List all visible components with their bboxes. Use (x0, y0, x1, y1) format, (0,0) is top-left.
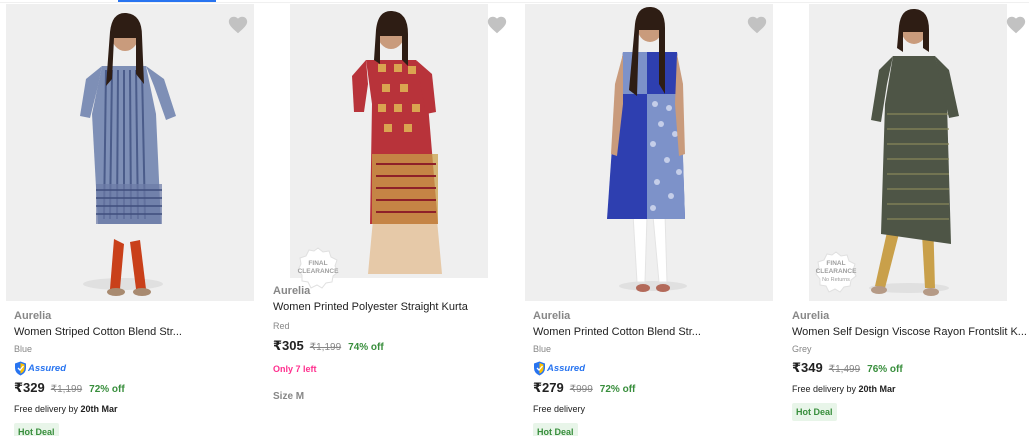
size-info: Size M (273, 390, 512, 404)
selling-price: ₹305 (273, 338, 304, 353)
discount-percent: 72% off (599, 384, 636, 395)
product-photo (524, 4, 773, 301)
product-image[interactable] (519, 4, 778, 301)
final-clearance-badge: FINAL CLEARANCE No Returns (814, 250, 858, 294)
wishlist-heart-icon[interactable] (227, 14, 249, 36)
price-row: ₹329 ₹1,199 72% off (14, 380, 253, 398)
product-title[interactable]: Women Striped Cotton Blend Str... (14, 324, 253, 340)
badge-line-1: FINAL (308, 260, 328, 267)
product-color: Blue (533, 344, 552, 354)
product-title[interactable]: Women Printed Polyester Straight Kurta (273, 299, 512, 315)
product-brand: Aurelia (14, 310, 52, 322)
price-row: ₹349 ₹1,499 76% off (792, 360, 1029, 378)
assured-badge: Assured (14, 360, 253, 376)
discount-percent: 74% off (348, 342, 384, 353)
product-brand: Aurelia (273, 285, 311, 297)
size-value: M (295, 391, 305, 402)
product-info: Aurelia Women Printed Polyester Straight… (273, 284, 512, 404)
badge-line-2: CLEARANCE (815, 268, 857, 275)
delivery-date: 20th Mar (858, 384, 896, 394)
badge-line-1: FINAL (826, 260, 846, 267)
product-image[interactable]: FINAL CLEARANCE No Returns (778, 4, 1029, 301)
product-color: Grey (792, 344, 812, 354)
original-price: ₹1,199 (50, 384, 83, 395)
assured-label: Assured (28, 362, 67, 374)
product-info: Aurelia Women Printed Cotton Blend Str..… (533, 309, 772, 436)
shield-icon (14, 361, 27, 376)
delivery-info: Free delivery by 20th Mar (792, 382, 1029, 396)
badge-line-2: CLEARANCE (297, 268, 339, 275)
wishlist-heart-icon[interactable] (1005, 14, 1027, 36)
product-title[interactable]: Women Printed Cotton Blend Str... (533, 324, 772, 340)
assured-badge: Assured (533, 360, 772, 376)
product-photo (289, 4, 488, 278)
selling-price: ₹279 (533, 380, 564, 395)
hot-deal-tag: Hot Deal (792, 403, 837, 421)
original-price: ₹1,499 (828, 364, 861, 375)
wishlist-heart-icon[interactable] (486, 14, 508, 36)
original-price: ₹999 (569, 384, 593, 395)
delivery-info: Free delivery (533, 404, 586, 414)
selling-price: ₹329 (14, 380, 45, 395)
hot-deal-tag: Hot Deal (14, 423, 59, 436)
discount-percent: 76% off (867, 364, 903, 375)
shield-icon (533, 361, 546, 376)
product-brand: Aurelia (792, 310, 830, 322)
product-card[interactable]: FINAL CLEARANCE No Returns Aurelia Women S… (778, 3, 1029, 436)
product-color: Blue (14, 344, 33, 354)
badge-line-3: No Returns (822, 277, 850, 283)
delivery-date: 20th Mar (80, 404, 118, 414)
wishlist-heart-icon[interactable] (746, 14, 768, 36)
stock-warning: Only 7 left (273, 364, 317, 374)
product-image[interactable] (0, 4, 259, 301)
product-brand: Aurelia (533, 310, 571, 322)
price-row: ₹279 ₹999 72% off (533, 380, 772, 398)
size-label: Size (273, 391, 294, 402)
original-price: ₹1,199 (309, 342, 342, 353)
price-row: ₹305 ₹1,199 74% off (273, 338, 512, 356)
product-title[interactable]: Women Self Design Viscose Rayon Frontsli… (792, 324, 1029, 340)
assured-label: Assured (547, 362, 586, 374)
product-card[interactable]: FINAL CLEARANCE Aurelia Women Printed Pol… (259, 3, 518, 436)
product-card[interactable]: Aurelia Women Printed Cotton Blend Str..… (519, 3, 778, 436)
product-info: Aurelia Women Self Design Viscose Rayon … (792, 309, 1029, 421)
product-color: Red (273, 321, 290, 331)
selling-price: ₹349 (792, 360, 823, 375)
product-photo (5, 4, 254, 301)
delivery-prefix: Free delivery by (14, 404, 81, 414)
delivery-info: Free delivery by 20th Mar (14, 402, 253, 416)
discount-percent: 72% off (89, 384, 125, 395)
delivery-prefix: Free delivery by (792, 384, 859, 394)
product-image[interactable]: FINAL CLEARANCE (259, 4, 518, 289)
product-info: Aurelia Women Striped Cotton Blend Str..… (14, 309, 253, 436)
hot-deal-tag: Hot Deal (533, 423, 578, 436)
product-card[interactable]: Aurelia Women Striped Cotton Blend Str..… (0, 3, 259, 436)
